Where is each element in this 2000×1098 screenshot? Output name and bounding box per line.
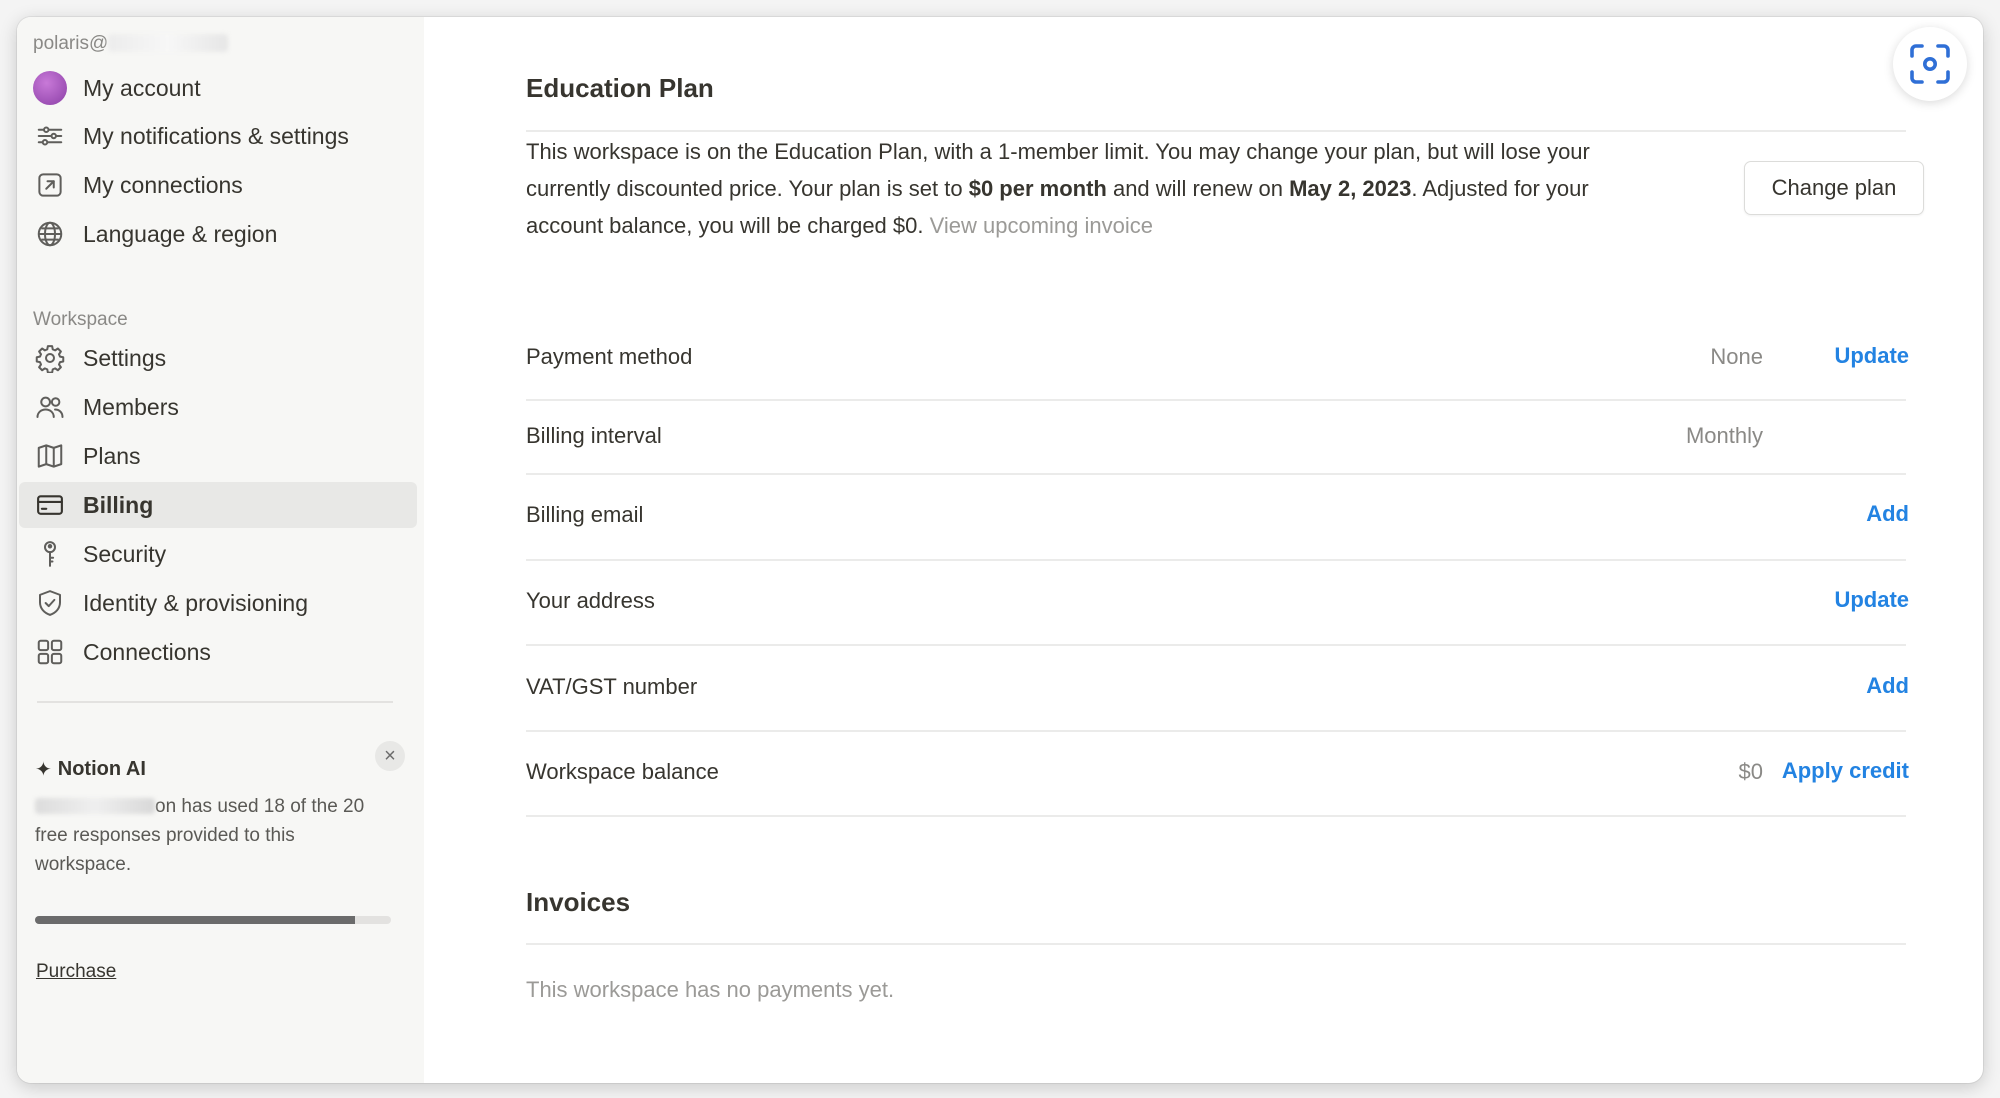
sidebar-item-identity-provisioning[interactable]: Identity & provisioning — [19, 580, 417, 626]
sidebar-item-settings[interactable]: Settings — [19, 335, 417, 381]
sidebar-item-connections[interactable]: Connections — [19, 629, 417, 675]
plan-renew-date: May 2, 2023 — [1289, 176, 1412, 201]
billing-content: Education Plan This workspace is on the … — [424, 17, 1983, 1083]
sidebar-item-label: Identity & provisioning — [83, 589, 309, 616]
ai-usage-progress-fill — [35, 916, 356, 924]
payment-method-label: Payment method — [526, 344, 693, 369]
vat-gst-label: VAT/GST number — [526, 674, 698, 699]
row-divider — [526, 473, 1906, 475]
apply-credit-button[interactable]: Apply credit — [1782, 758, 1909, 784]
sidebar-item-label: Members — [83, 393, 179, 420]
notion-ai-title-text: Notion AI — [57, 758, 146, 780]
redacted-email — [108, 34, 229, 52]
sidebar-item-label: My connections — [83, 171, 243, 198]
key-icon — [33, 537, 67, 571]
address-update-button[interactable]: Update — [1834, 587, 1909, 613]
workspace-section-label: Workspace — [33, 309, 128, 330]
shield-check-icon — [33, 586, 67, 620]
gear-icon — [33, 341, 67, 375]
sidebar-item-language-region[interactable]: Language & region — [19, 211, 417, 257]
redacted-name — [35, 798, 155, 814]
sidebar-item-label: Security — [83, 540, 167, 567]
row-divider — [526, 559, 1906, 561]
billing-email-label: Billing email — [526, 502, 644, 527]
sparkle-icon: ✦ — [35, 759, 52, 781]
close-icon[interactable]: × — [375, 741, 405, 771]
row-divider — [526, 730, 1906, 732]
sidebar-item-my-connections[interactable]: My connections — [19, 162, 417, 208]
account-email: polaris@ — [33, 33, 229, 55]
invoices-empty-message: This workspace has no payments yet. — [526, 977, 895, 1002]
sidebar-item-label: Settings — [83, 344, 167, 371]
sidebar-divider — [37, 701, 393, 703]
notion-ai-usage-text: on has used 18 of the 20 free responses … — [35, 792, 385, 879]
sidebar-item-label: My account — [83, 74, 201, 101]
invoices-title: Invoices — [526, 887, 631, 917]
sidebar-item-label: My notifications & settings — [83, 122, 349, 149]
map-icon — [33, 439, 67, 473]
notion-ai-title: ✦ Notion AI — [35, 757, 405, 782]
sidebar-item-plans[interactable]: Plans — [19, 433, 417, 479]
billing-interval-value: Monthly — [1685, 423, 1763, 448]
credit-card-icon — [33, 488, 67, 522]
payment-method-value: None — [1710, 344, 1763, 369]
invoices-divider — [526, 943, 1906, 945]
globe-icon — [33, 217, 67, 251]
row-divider — [526, 815, 1906, 817]
payment-method-update-button[interactable]: Update — [1834, 343, 1909, 369]
plan-desc-text: and will renew on — [1106, 176, 1290, 201]
sidebar-item-members[interactable]: Members — [19, 384, 417, 430]
workspace-balance-label: Workspace balance — [526, 759, 719, 784]
account-email-text: polaris@ — [33, 33, 109, 54]
workspace-balance-value: $0 — [1738, 759, 1763, 784]
sidebar-item-label: Plans — [83, 442, 141, 469]
vat-gst-add-button[interactable]: Add — [1866, 673, 1909, 699]
sliders-icon — [33, 119, 67, 153]
sidebar-item-security[interactable]: Security — [19, 531, 417, 577]
settings-window: polaris@ My account My notifications & s… — [17, 17, 1983, 1083]
grid-icon — [33, 635, 67, 669]
change-plan-button[interactable]: Change plan — [1744, 161, 1924, 215]
scan-icon[interactable] — [1893, 27, 1967, 101]
avatar — [33, 71, 67, 105]
plan-title: Education Plan — [526, 73, 714, 103]
purchase-link[interactable]: Purchase — [36, 961, 116, 983]
view-upcoming-invoice-link[interactable]: View upcoming invoice — [930, 213, 1153, 238]
sidebar-item-my-account[interactable]: My account — [19, 65, 417, 111]
address-label: Your address — [526, 588, 655, 613]
external-link-icon — [33, 168, 67, 202]
row-divider — [526, 644, 1906, 646]
sidebar-item-billing[interactable]: Billing — [19, 482, 417, 528]
sidebar-item-notifications[interactable]: My notifications & settings — [19, 113, 417, 159]
members-icon — [33, 390, 67, 424]
sidebar-item-label: Billing — [83, 491, 154, 518]
plan-description: This workspace is on the Education Plan,… — [526, 133, 1666, 244]
ai-usage-progress-bar — [35, 916, 391, 924]
notion-ai-card: ✦ Notion AI × on has used 18 of the 20 f… — [35, 741, 405, 879]
billing-email-add-button[interactable]: Add — [1866, 501, 1909, 527]
plan-price: $0 per month — [968, 176, 1107, 201]
settings-sidebar: polaris@ My account My notifications & s… — [17, 17, 424, 1083]
billing-interval-label: Billing interval — [526, 423, 662, 448]
row-divider — [526, 399, 1906, 401]
sidebar-item-label: Connections — [83, 638, 211, 665]
sidebar-item-label: Language & region — [83, 220, 278, 247]
title-divider — [526, 130, 1906, 132]
